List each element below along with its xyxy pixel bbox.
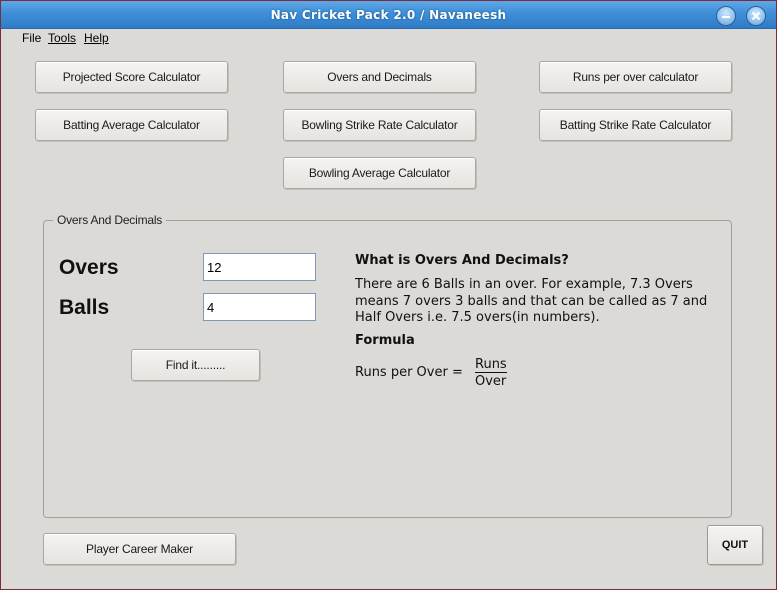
info-title: What is Overs And Decimals? (355, 253, 569, 268)
balls-label: Balls (59, 296, 110, 319)
bowling-average-calculator-button[interactable]: Bowling Average Calculator (283, 157, 476, 189)
menu-bar: File Tools Help (1, 29, 776, 47)
app-window: Nav Cricket Pack 2.0 / Navaneesh File To… (0, 0, 777, 590)
batting-strike-rate-calculator-button[interactable]: Batting Strike Rate Calculator (539, 109, 732, 141)
window-title: Nav Cricket Pack 2.0 / Navaneesh (270, 8, 507, 22)
group-title: Overs And Decimals (53, 213, 167, 227)
projected-score-calculator-button[interactable]: Projected Score Calculator (35, 61, 228, 93)
overs-and-decimals-button[interactable]: Overs and Decimals (283, 61, 476, 93)
menu-tools[interactable]: Tools (48, 31, 76, 45)
close-icon[interactable] (746, 6, 766, 26)
formula-numerator: Runs (475, 357, 507, 373)
overs-input[interactable]: 12 (203, 253, 316, 281)
overs-label: Overs (59, 256, 119, 279)
find-it-button[interactable]: Find it......... (131, 349, 260, 381)
balls-input[interactable]: 4 (203, 293, 316, 321)
minimize-icon[interactable] (716, 6, 736, 26)
menu-tools-label: Tools (48, 31, 77, 45)
title-bar[interactable]: Nav Cricket Pack 2.0 / Navaneesh (1, 1, 776, 29)
runs-per-over-calculator-button[interactable]: Runs per over calculator (539, 61, 732, 93)
formula-title: Formula (355, 333, 415, 348)
menu-help[interactable]: Help (84, 31, 109, 45)
menu-file[interactable]: File (22, 31, 41, 45)
menu-help-label: Help (84, 31, 109, 45)
player-career-maker-button[interactable]: Player Career Maker (43, 533, 236, 565)
info-body: There are 6 Balls in an over. For exampl… (355, 277, 708, 325)
batting-average-calculator-button[interactable]: Batting Average Calculator (35, 109, 228, 141)
formula-lhs: Runs per Over = (355, 365, 463, 380)
formula-denominator: Over (475, 374, 507, 389)
quit-button[interactable]: QUIT (707, 525, 763, 565)
bowling-strike-rate-calculator-button[interactable]: Bowling Strike Rate Calculator (283, 109, 476, 141)
